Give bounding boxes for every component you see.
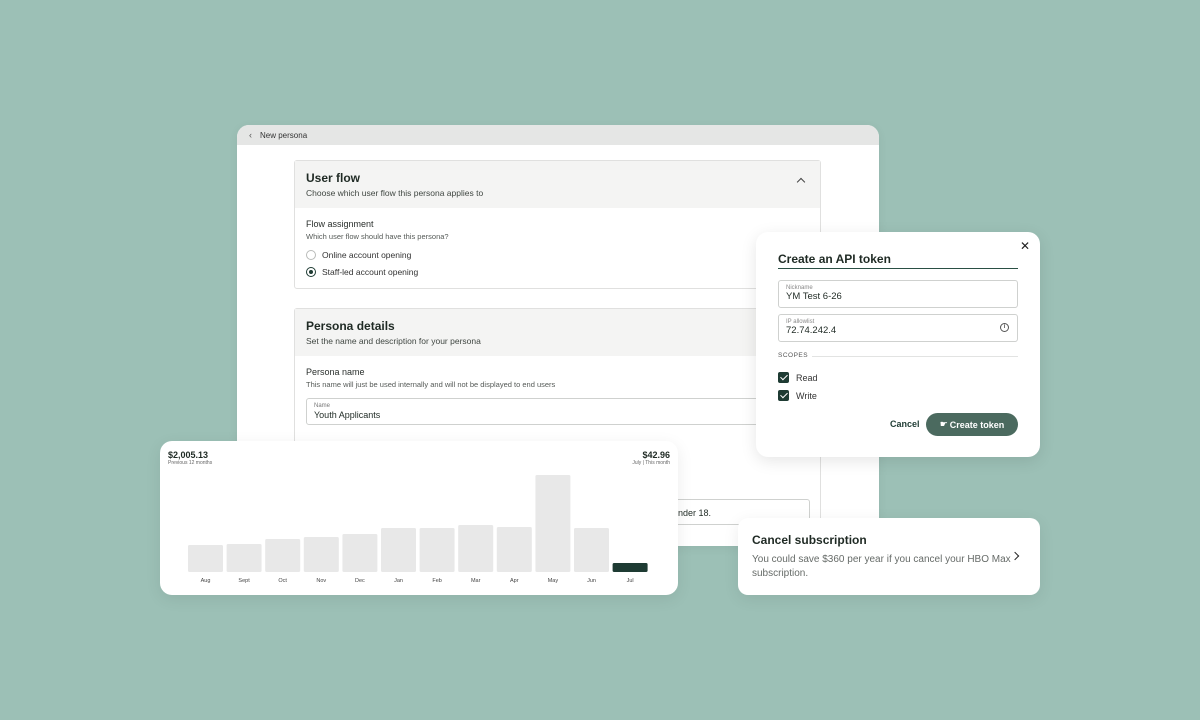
bar-may[interactable] — [535, 475, 571, 572]
info-icon[interactable]: i — [1000, 323, 1009, 332]
create-token-button[interactable]: ☛ Create token — [926, 413, 1018, 436]
breadcrumb[interactable]: New persona — [260, 131, 307, 140]
persona-details-subtitle: Set the name and description for your pe… — [306, 336, 481, 346]
bar-jan[interactable] — [381, 528, 416, 572]
radio-staff-led-account-opening[interactable]: Staff-led account opening — [306, 267, 809, 277]
total-spend-value: $2,005.13 — [168, 450, 209, 460]
ip-allowlist-value: 72.74.242.4 — [786, 325, 837, 336]
bar-mar[interactable] — [458, 525, 494, 572]
bar-feb[interactable] — [419, 528, 455, 572]
back-chevron-icon[interactable]: ‹ — [249, 130, 252, 140]
scope-write-checkbox[interactable]: Write — [778, 390, 817, 401]
bar-aug[interactable] — [188, 545, 223, 572]
x-tick-label: Oct — [278, 578, 287, 584]
x-tick-label: Feb — [432, 578, 441, 584]
name-field-value: Youth Applicants — [314, 410, 381, 420]
bar-sept[interactable] — [226, 544, 262, 572]
ip-allowlist-input[interactable]: IP allowlist 72.74.242.4 i — [778, 314, 1018, 342]
total-spend-caption: Previous 12 months — [168, 460, 213, 466]
create-api-token-dialog: ✕ Create an API token Nickname YM Test 6… — [756, 232, 1040, 457]
spending-chart-card: Aug Sept Oct Nov Dec Jan Feb Mar Apr May Jun Jul $2… — [160, 441, 678, 595]
spending-bar-chart: Aug Sept Oct Nov Dec Jan Feb Mar Apr May Jun Jul — [188, 475, 648, 584]
radio-button-selected[interactable] — [306, 267, 316, 277]
scopes-label: SCOPES — [778, 352, 813, 359]
bar-jul[interactable] — [612, 563, 648, 572]
user-flow-header[interactable]: User flow Choose which user flow this pe… — [295, 161, 820, 208]
bar-jun[interactable] — [574, 528, 609, 572]
x-tick-label: Aug — [201, 578, 211, 584]
user-flow-section: User flow Choose which user flow this pe… — [294, 160, 821, 289]
scope-label: Read — [796, 372, 818, 383]
x-tick-label: Jul — [627, 578, 634, 584]
scope-read-checkbox[interactable]: Read — [778, 372, 818, 383]
x-tick-label: Jun — [587, 578, 596, 584]
radio-label: Staff-led account opening — [322, 267, 419, 277]
persona-name-input[interactable]: Name Youth Applicants — [306, 398, 809, 425]
window-title-bar: ‹ New persona — [237, 125, 879, 145]
persona-name-help: This name will just be used internally a… — [306, 380, 556, 389]
flow-assignment-label: Flow assignment — [306, 219, 374, 229]
x-tick-label: Nov — [316, 578, 326, 584]
radio-button[interactable] — [306, 250, 316, 260]
nickname-input[interactable]: Nickname YM Test 6-26 — [778, 280, 1018, 308]
flow-assignment-help: Which user flow should have this persona… — [306, 232, 449, 241]
pointer-hand-icon: ☛ — [939, 419, 948, 429]
cancel-button[interactable]: Cancel — [890, 419, 920, 429]
subscription-text: You could save $360 per year if you canc… — [752, 554, 1011, 579]
dialog-title: Create an API token — [778, 252, 1018, 269]
persona-name-label: Persona name — [306, 367, 365, 377]
x-tick-label: Sept — [238, 578, 250, 584]
user-flow-title: User flow — [306, 171, 361, 185]
checkbox-checked[interactable] — [778, 390, 789, 401]
radio-label: Online account opening — [322, 250, 412, 260]
checkbox-checked[interactable] — [778, 372, 789, 383]
bar-nov[interactable] — [303, 537, 339, 572]
bar-apr[interactable] — [496, 527, 532, 572]
scope-label: Write — [796, 390, 817, 401]
scopes-divider: SCOPES — [778, 352, 1018, 364]
persona-details-header: Persona details Set the name and descrip… — [295, 309, 820, 356]
x-tick-label: Mar — [471, 578, 481, 584]
radio-online-account-opening[interactable]: Online account opening — [306, 250, 809, 260]
user-flow-subtitle: Choose which user flow this persona appl… — [306, 188, 484, 198]
name-field-label: Name — [314, 403, 331, 409]
x-tick-label: Dec — [355, 578, 365, 584]
bar-dec[interactable] — [342, 534, 378, 572]
close-icon[interactable]: ✕ — [1020, 239, 1030, 253]
current-spend-caption: July | This month — [632, 460, 670, 466]
bar-oct[interactable] — [265, 539, 301, 572]
create-token-label: Create token — [949, 419, 1005, 430]
persona-details-title: Persona details — [306, 319, 395, 333]
nickname-value: YM Test 6-26 — [786, 291, 842, 302]
current-spend-value: $42.96 — [642, 450, 670, 460]
x-tick-label: Jan — [394, 578, 403, 584]
x-tick-label: May — [548, 578, 559, 584]
subscription-title: Cancel subscription — [752, 533, 867, 547]
x-tick-label: Apr — [510, 578, 519, 584]
cancel-subscription-card[interactable]: Cancel subscription You could save $360 … — [738, 518, 1040, 595]
